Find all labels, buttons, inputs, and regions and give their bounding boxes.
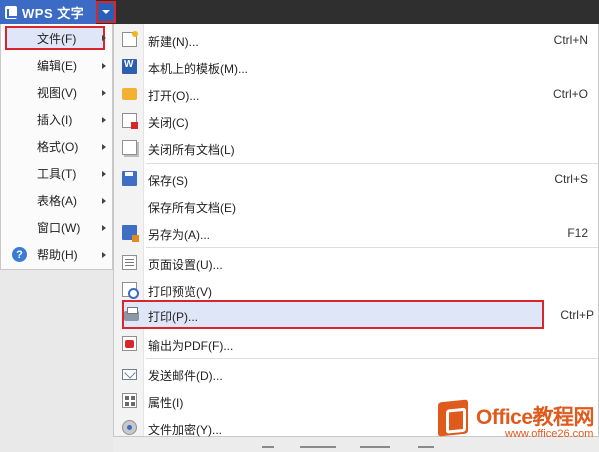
menu-item-format[interactable]: 格式(O) [1,133,112,160]
document-text-fragment [360,446,390,448]
office-logo-icon [438,399,468,437]
chevron-right-icon [102,62,106,69]
main-menu: 文件(F) 编辑(E) 视图(V) 插入(I) 格式(O) 工具(T) 表格(A… [0,24,113,270]
document-background [0,270,113,452]
menu-separator [146,247,598,248]
menu-item-label: 关闭所有文档(L) [148,143,235,157]
title-bar: WPS 文字 [0,0,599,24]
menu-item-open[interactable]: 打开(O)... Ctrl+O [114,80,598,107]
encrypt-icon [122,420,137,435]
save-as-icon [122,225,139,242]
wps-app-button[interactable]: WPS 文字 [0,0,96,24]
open-folder-icon [122,88,137,100]
pdf-icon [122,336,137,351]
menu-item-table[interactable]: 表格(A) [1,187,112,214]
menu-item-print-preview[interactable]: 打印预览(V) [114,276,598,303]
menu-item-label: 编辑(E) [37,59,77,73]
menu-item-edit[interactable]: 编辑(E) [1,52,112,79]
menu-item-label: 页面设置(U)... [148,258,223,272]
close-document-icon [122,113,138,129]
menu-item-help[interactable]: ? 帮助(H) [1,241,112,268]
menu-item-label: 另存为(A)... [148,228,210,242]
chevron-right-icon [102,116,106,123]
menu-item-label: 表格(A) [37,194,77,208]
menu-item-label: 窗口(W) [37,221,81,235]
menu-item-file[interactable]: 文件(F) [5,26,106,50]
menu-item-label: 格式(O) [37,140,79,154]
chevron-right-icon [102,89,106,96]
menu-item-label: 新建(N)... [148,35,199,49]
menu-item-shortcut: Ctrl+N [553,33,588,47]
menu-item-label: 关闭(C) [148,116,189,130]
watermark: Office教程网 www.office26.com [438,395,599,452]
mail-icon [122,369,137,380]
chevron-right-icon [102,197,106,204]
menu-item-label: 保存(S) [148,174,188,188]
menu-separator [146,358,598,359]
wps-logo-icon [5,5,19,19]
document-text-fragment [300,446,336,448]
menu-item-label: 打印(P)... [148,310,198,324]
menu-item-label: 本机上的模板(M)... [148,62,248,76]
new-document-icon [122,31,138,47]
menu-item-label: 保存所有文档(E) [148,201,236,215]
menu-item-label: 文件加密(Y)... [148,423,222,437]
menu-item-tools[interactable]: 工具(T) [1,160,112,187]
chevron-right-icon [102,251,106,258]
menu-item-shortcut: Ctrl+P [560,308,594,322]
menu-item-label: 工具(T) [37,167,77,181]
menu-item-save[interactable]: 保存(S) Ctrl+S [114,165,598,192]
template-icon [122,59,137,74]
menu-item-save-as[interactable]: 另存为(A)... F12 [114,219,598,246]
menu-item-view[interactable]: 视图(V) [1,79,112,106]
menu-item-new[interactable]: 新建(N)... Ctrl+N [114,26,598,53]
app-title: WPS 文字 [22,5,85,21]
menu-item-label: 帮助(H) [37,248,78,262]
chevron-right-icon [102,35,106,41]
close-all-icon [122,140,137,155]
menu-item-label: 属性(I) [148,396,184,410]
chevron-down-icon [102,10,110,14]
menu-item-label: 输出为PDF(F)... [148,339,234,353]
properties-icon [122,393,137,408]
print-preview-icon [122,282,139,299]
app-menu-dropdown-button[interactable] [96,1,116,23]
menu-item-shortcut: F12 [567,226,588,240]
document-text-fragment [418,446,434,448]
watermark-url: www.office26.com [505,428,594,440]
document-text-fragment [262,446,274,448]
page-setup-icon [122,255,137,270]
chevron-right-icon [102,224,106,231]
printer-icon [124,307,139,321]
save-icon [122,171,137,186]
menu-item-close[interactable]: 关闭(C) [114,107,598,134]
menu-item-label: 文件(F) [37,31,77,46]
file-submenu: 新建(N)... Ctrl+N 本机上的模板(M)... 打开(O)... Ct… [113,24,599,437]
menu-item-page-setup[interactable]: 页面设置(U)... [114,249,598,276]
menu-item-shortcut: Ctrl+S [554,172,588,186]
menu-item-send-mail[interactable]: 发送邮件(D)... [114,360,598,387]
help-icon: ? [12,247,27,262]
menu-item-local-templates[interactable]: 本机上的模板(M)... [114,53,598,80]
watermark-title: Office教程网 [476,406,595,429]
chevron-right-icon [102,170,106,177]
menu-item-label: 插入(I) [37,113,73,127]
menu-item-window[interactable]: 窗口(W) [1,214,112,241]
menu-item-save-all[interactable]: 保存所有文档(E) [114,192,598,219]
menu-item-insert[interactable]: 插入(I) [1,106,112,133]
menu-item-close-all[interactable]: 关闭所有文档(L) [114,134,598,161]
menu-item-label: 发送邮件(D)... [148,369,223,383]
menu-item-label: 视图(V) [37,86,77,100]
chevron-right-icon [102,143,106,150]
menu-item-shortcut: Ctrl+O [552,87,588,101]
menu-item-export-pdf[interactable]: 输出为PDF(F)... [114,330,598,357]
menu-item-label: 打开(O)... [148,89,200,103]
menu-separator [146,163,598,164]
menu-item-label: 打印预览(V) [148,285,212,299]
menu-item-print[interactable]: 打印(P)... Ctrl+P [122,300,594,329]
